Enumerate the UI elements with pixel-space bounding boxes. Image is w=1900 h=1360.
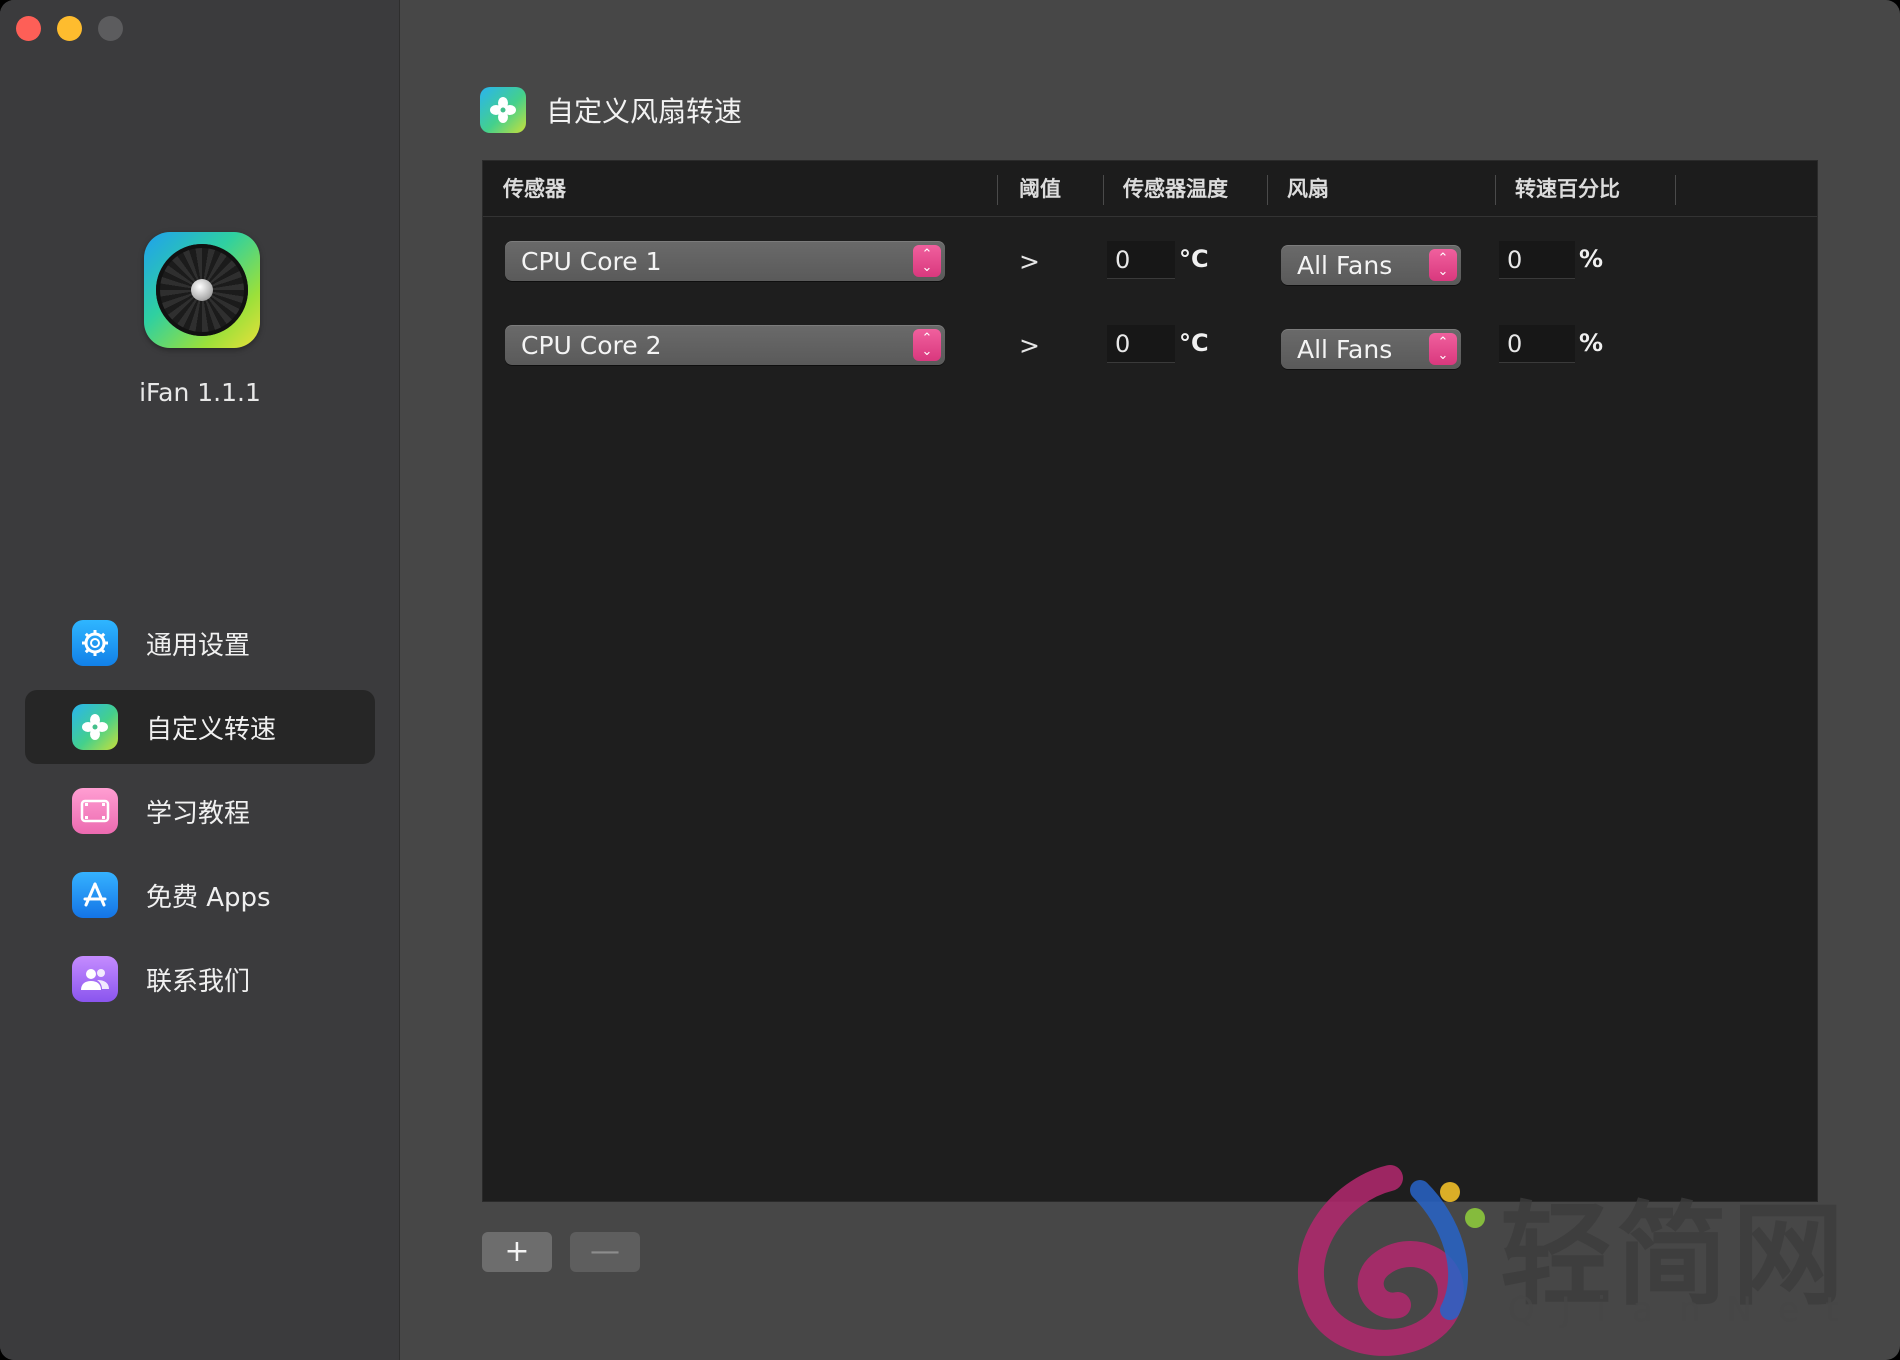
percent-unit: % [1579, 245, 1604, 273]
column-separator [997, 175, 998, 205]
fan-icon [480, 87, 526, 133]
app-window: iFan 1.1.1 通用设置 自定义转速 学习教程 免费 Apps 联系我们 … [0, 0, 1900, 1360]
sensor-select[interactable]: CPU Core 2 ⌃ ⌄ [505, 325, 945, 365]
sidebar-item-tutorials[interactable]: 学习教程 [25, 774, 375, 848]
sidebar-item-free-apps[interactable]: 免费 Apps [25, 858, 375, 932]
fan-select[interactable]: All Fans ⌃ ⌄ [1281, 245, 1461, 285]
gear-icon [72, 620, 118, 666]
table-row[interactable]: CPU Core 2 ⌃ ⌄ > 0 °C All Fans ⌃ ⌄ 0 % [483, 325, 1819, 409]
page-title: 自定义风扇转速 [546, 95, 743, 128]
column-header-threshold[interactable]: 阈值 [1007, 161, 1061, 217]
temperature-unit: °C [1179, 245, 1209, 273]
chevron-updown-icon: ⌃ ⌄ [913, 245, 941, 277]
sidebar-item-custom-speed[interactable]: 自定义转速 [25, 690, 375, 764]
temperature-input[interactable]: 0 [1107, 325, 1175, 363]
sidebar-item-label: 免费 Apps [146, 882, 271, 913]
comparator: > [1019, 331, 1040, 360]
column-separator [1103, 175, 1104, 205]
temperature-unit: °C [1179, 329, 1209, 357]
add-rule-button[interactable]: + [482, 1232, 552, 1272]
page-header: 自定义风扇转速 [480, 86, 742, 134]
column-separator [1495, 175, 1496, 205]
column-header-sensor[interactable]: 传感器 [491, 161, 566, 217]
column-separator [1267, 175, 1268, 205]
sidebar-item-general-settings[interactable]: 通用设置 [25, 606, 375, 680]
app-store-icon [72, 872, 118, 918]
app-logo-icon [144, 232, 260, 348]
fan-select[interactable]: All Fans ⌃ ⌄ [1281, 329, 1461, 369]
table-header: 传感器 阈值 传感器温度 风扇 转速百分比 [483, 161, 1817, 217]
contacts-icon [72, 956, 118, 1002]
sidebar-item-label: 通用设置 [146, 630, 251, 661]
sidebar-item-label: 联系我们 [146, 966, 251, 997]
percent-input[interactable]: 0 [1499, 241, 1575, 279]
watermark-subtext: QJianNet [1508, 1290, 1865, 1330]
fan-select-value: All Fans [1297, 334, 1393, 364]
chevron-updown-icon: ⌃ ⌄ [913, 329, 941, 361]
sensor-select[interactable]: CPU Core 1 ⌃ ⌄ [505, 241, 945, 281]
watermark-logo-icon [1297, 1165, 1485, 1356]
minimize-button[interactable] [57, 16, 82, 41]
percent-input[interactable]: 0 [1499, 325, 1575, 363]
column-header-fan[interactable]: 风扇 [1275, 161, 1329, 217]
zoom-button[interactable] [98, 16, 123, 41]
sensor-select-value: CPU Core 1 [521, 246, 662, 276]
percent-unit: % [1579, 329, 1604, 357]
window-controls [16, 16, 123, 41]
temperature-input[interactable]: 0 [1107, 241, 1175, 279]
fan-icon [72, 704, 118, 750]
close-button[interactable] [16, 16, 41, 41]
sidebar-nav: 通用设置 自定义转速 学习教程 免费 Apps 联系我们 [25, 606, 375, 1026]
remove-rule-button[interactable]: — [570, 1232, 640, 1272]
sidebar-item-label: 自定义转速 [146, 714, 277, 745]
sidebar: iFan 1.1.1 通用设置 自定义转速 学习教程 免费 Apps 联系我们 [0, 0, 400, 1360]
column-separator [1675, 175, 1676, 205]
chevron-updown-icon: ⌃ ⌄ [1429, 333, 1457, 365]
sensor-select-value: CPU Core 2 [521, 330, 662, 360]
table-row[interactable]: CPU Core 1 ⌃ ⌄ > 0 °C All Fans ⌃ ⌄ 0 % [483, 241, 1819, 325]
column-header-sensor-temp[interactable]: 传感器温度 [1111, 161, 1228, 217]
comparator: > [1019, 247, 1040, 276]
column-header-speed-percent[interactable]: 转速百分比 [1503, 161, 1620, 217]
sidebar-item-label: 学习教程 [146, 798, 251, 829]
fan-select-value: All Fans [1297, 250, 1393, 280]
chevron-updown-icon: ⌃ ⌄ [1429, 249, 1457, 281]
sidebar-item-contact-us[interactable]: 联系我们 [25, 942, 375, 1016]
fan-rules-table: 传感器 阈值 传感器温度 风扇 转速百分比 CPU Core 1 ⌃ ⌄ > 0 … [482, 160, 1818, 1202]
video-icon [72, 788, 118, 834]
app-name: iFan 1.1.1 [139, 378, 261, 407]
